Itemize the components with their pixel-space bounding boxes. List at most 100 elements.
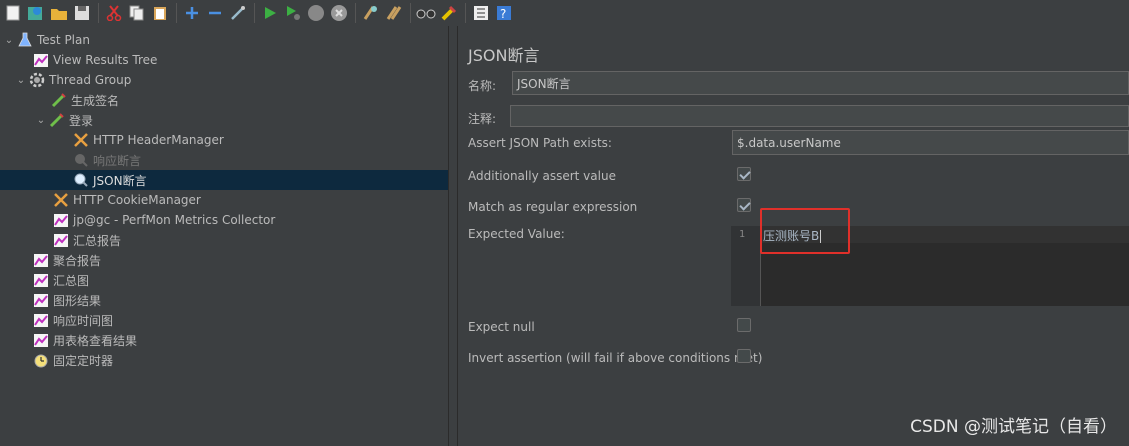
tree-item-label: View Results Tree xyxy=(53,53,158,67)
additionally-assert-label: Additionally assert value xyxy=(468,169,616,183)
tree-item-summary-graph[interactable]: 汇总图 xyxy=(32,270,89,290)
clear-all-icon[interactable] xyxy=(383,2,405,24)
gear-icon xyxy=(28,71,46,89)
line-number-gutter: 1 xyxy=(731,226,761,306)
svg-text:?: ? xyxy=(500,7,506,21)
toolbar-separator xyxy=(254,3,255,23)
line-number: 1 xyxy=(739,229,746,240)
toolbar-separator xyxy=(98,3,99,23)
tree-item-response-assertion[interactable]: 响应断言 xyxy=(72,150,141,170)
listener-icon xyxy=(32,331,50,349)
toggle-icon[interactable] xyxy=(227,2,249,24)
tree-item-view-results-table[interactable]: 用表格查看结果 xyxy=(32,330,137,350)
name-field[interactable]: JSON断言 xyxy=(512,71,1129,95)
watermark: CSDN @测试笔记（自看） xyxy=(910,417,1117,437)
collapse-icon[interactable] xyxy=(204,2,226,24)
additionally-assert-checkbox[interactable] xyxy=(737,167,751,181)
tree-item-perfmon-collector[interactable]: jp@gc - PerfMon Metrics Collector xyxy=(52,210,275,230)
tree-item-aggregate-report[interactable]: 聚合报告 xyxy=(32,250,101,270)
tree-item-label: Test Plan xyxy=(37,33,90,47)
listener-icon xyxy=(32,51,50,69)
start-no-pauses-icon[interactable] xyxy=(282,2,304,24)
tree-item-label: 用表格查看结果 xyxy=(53,333,138,348)
save-icon[interactable] xyxy=(71,2,93,24)
regex-label: Match as regular expression xyxy=(468,200,638,214)
splitter[interactable] xyxy=(448,26,458,446)
new-icon[interactable] xyxy=(2,2,24,24)
tree-item-view-results-tree[interactable]: View Results Tree xyxy=(32,50,157,70)
chevron-down-icon[interactable]: ⌄ xyxy=(2,35,16,46)
regex-checkbox[interactable] xyxy=(737,198,751,212)
config-icon xyxy=(52,191,70,209)
sampler-icon xyxy=(48,111,66,129)
start-icon[interactable] xyxy=(259,2,281,24)
toolbar-separator xyxy=(465,3,466,23)
open-icon[interactable] xyxy=(48,2,70,24)
templates-icon[interactable] xyxy=(25,2,47,24)
tree-item-label: HTTP CookieManager xyxy=(73,193,201,207)
tree-item-label: 响应断言 xyxy=(93,153,142,168)
shutdown-icon[interactable] xyxy=(328,2,350,24)
toolbar: ? xyxy=(0,0,1129,26)
chevron-down-icon[interactable]: ⌄ xyxy=(14,75,28,86)
tree-item-label: 聚合报告 xyxy=(53,253,102,268)
assertion-icon xyxy=(72,151,90,169)
tree-item-label: 汇总图 xyxy=(53,273,90,288)
copy-icon[interactable] xyxy=(126,2,148,24)
listener-icon xyxy=(32,311,50,329)
red-annotation-box xyxy=(760,208,850,254)
paste-icon[interactable] xyxy=(149,2,171,24)
clear-icon[interactable] xyxy=(360,2,382,24)
tree-item-label: Thread Group xyxy=(49,73,132,87)
help-icon[interactable]: ? xyxy=(493,2,515,24)
tree-item-label: jp@gc - PerfMon Metrics Collector xyxy=(73,213,276,227)
timer-icon xyxy=(32,351,50,369)
tree-item-login[interactable]: ⌄ 登录 xyxy=(34,110,93,130)
tree-item-thread-group[interactable]: ⌄ Thread Group xyxy=(14,70,131,90)
cut-icon[interactable] xyxy=(103,2,125,24)
function-helper-icon[interactable] xyxy=(470,2,492,24)
tree-item-label: 固定定时器 xyxy=(53,353,114,368)
sampler-icon xyxy=(50,91,68,109)
toolbar-separator xyxy=(176,3,177,23)
tree-item-label: HTTP HeaderManager xyxy=(93,133,224,147)
tree-item-http-cookie-manager[interactable]: HTTP CookieManager xyxy=(52,190,201,210)
expected-value-label: Expected Value: xyxy=(468,227,565,241)
reset-search-icon[interactable] xyxy=(438,2,460,24)
tree-item-label: 登录 xyxy=(69,113,94,128)
page-title: JSON断言 xyxy=(468,46,540,65)
flask-icon xyxy=(16,31,34,49)
tree-item-test-plan[interactable]: ⌄ Test Plan xyxy=(2,30,90,50)
expect-null-label: Expect null xyxy=(468,320,535,334)
tree-item-generate-signature[interactable]: 生成签名 xyxy=(50,90,119,110)
json-path-field[interactable]: $.data.userName xyxy=(732,130,1129,155)
invert-assertion-label: Invert assertion (will fail if above con… xyxy=(468,351,763,365)
json-assertion-panel: JSON断言 名称: JSON断言 注释: Assert JSON Path e… xyxy=(459,26,1129,446)
tree-item-json-assertion[interactable]: JSON断言 xyxy=(0,170,448,190)
listener-icon xyxy=(32,271,50,289)
invert-assertion-checkbox[interactable] xyxy=(737,349,751,363)
toolbar-separator xyxy=(355,3,356,23)
listener-icon xyxy=(52,211,70,229)
name-label: 名称: xyxy=(468,79,497,93)
listener-icon xyxy=(32,251,50,269)
tree-item-response-time-graph[interactable]: 响应时间图 xyxy=(32,310,113,330)
tree-item-graph-results[interactable]: 图形结果 xyxy=(32,290,101,310)
search-icon[interactable] xyxy=(415,2,437,24)
config-icon xyxy=(72,131,90,149)
tree-item-label: 汇总报告 xyxy=(73,233,122,248)
comment-field[interactable] xyxy=(510,105,1129,127)
tree-item-label: JSON断言 xyxy=(93,173,147,188)
tree-item-http-header-manager[interactable]: HTTP HeaderManager xyxy=(72,130,224,150)
json-path-label: Assert JSON Path exists: xyxy=(468,136,612,150)
tree-item-label: 生成签名 xyxy=(71,93,120,108)
tree-item-constant-timer[interactable]: 固定定时器 xyxy=(32,350,113,370)
tree-item-summary-report[interactable]: 汇总报告 xyxy=(52,230,121,250)
stop-icon[interactable] xyxy=(305,2,327,24)
expect-null-checkbox[interactable] xyxy=(737,318,751,332)
expand-icon[interactable] xyxy=(181,2,203,24)
test-plan-tree: ⌄ Test Plan View Results Tree ⌄ Thread G… xyxy=(0,28,448,446)
assertion-icon xyxy=(72,171,90,189)
toolbar-separator xyxy=(410,3,411,23)
chevron-down-icon[interactable]: ⌄ xyxy=(34,115,48,126)
